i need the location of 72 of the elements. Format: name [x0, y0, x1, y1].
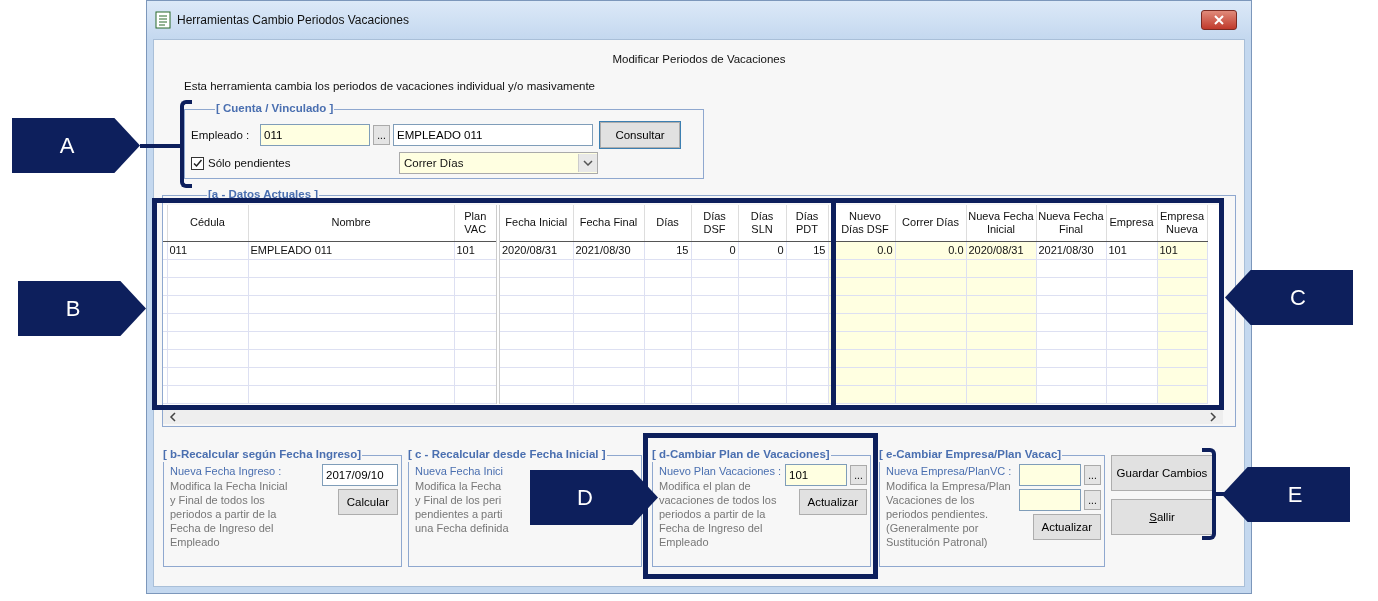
group-legend: [ b-Recalcular según Fecha Ingreso] — [162, 447, 363, 462]
employee-label: Empleado : — [191, 129, 251, 141]
column-header[interactable]: Nombre — [331, 216, 371, 230]
form-header: Modificar Periodos de Vacaciones — [611, 52, 787, 67]
pending-only-checkbox[interactable]: Sólo pendientes — [191, 156, 396, 170]
side-button[interactable]: Sallir — [1111, 499, 1213, 535]
panel-description: Modifica la Fecha y Final de los peri pendientes a parti una Fecha definida — [415, 479, 509, 535]
browse-button[interactable]: ... — [850, 465, 867, 485]
table-cell: EMPLEADO 011 — [248, 241, 454, 259]
window-title: Herramientas Cambio Periodos Vacaciones — [177, 13, 410, 27]
callout-label: B — [18, 281, 146, 336]
chevron-right-icon[interactable] — [1209, 411, 1217, 422]
field-label: Nueva Empresa/PlanVC : — [886, 464, 1012, 479]
side-button[interactable]: Guardar Cambios — [1111, 455, 1213, 491]
column-header[interactable]: Nueva Fecha Final — [1037, 210, 1105, 236]
table-cell: 0 — [691, 241, 738, 259]
check-icon — [192, 157, 203, 169]
column-header[interactable]: Días DSF — [692, 210, 737, 236]
group-legend: [ e-Cambiar Empresa/Plan Vacac] — [878, 447, 1063, 462]
column-header[interactable]: Cédula — [190, 216, 225, 230]
column-header[interactable]: Días — [656, 216, 679, 230]
column-header[interactable]: Correr Días — [902, 216, 959, 230]
panel-description: Modifica la Fecha Inicial y Final de todos los periodos a partir de la Fecha de Ingreso del Empleado — [170, 479, 288, 549]
input-field[interactable] — [1019, 489, 1081, 511]
callout-label: C — [1225, 270, 1353, 325]
action-button[interactable]: Actualizar — [1032, 514, 1101, 540]
close-button[interactable] — [1201, 10, 1237, 30]
table-cell: 101 — [454, 241, 498, 259]
employee-name-field[interactable]: EMPLEADO 011 — [393, 124, 593, 146]
field-label: Nuevo Plan Vacaciones : — [659, 464, 782, 479]
column-header[interactable]: Empresa — [1109, 216, 1154, 230]
table-cell: 2021/08/30 — [573, 241, 644, 259]
action-button[interactable]: Actualizar — [798, 489, 867, 515]
panel-description: Modifica el plan de vacaciones de todos los periodos a partir de la Fecha de Ingreso del Empleado — [659, 479, 778, 549]
input-field[interactable]: 101 — [785, 464, 847, 486]
callout-label: D — [530, 470, 658, 525]
input-field[interactable] — [1019, 464, 1081, 486]
column-header[interactable]: Plan VAC — [455, 210, 495, 236]
action-button[interactable]: Calcular — [337, 489, 398, 515]
callout-label: A — [12, 118, 140, 173]
column-header[interactable]: Nueva Fecha Inicial — [967, 210, 1035, 236]
table-cell: 15 — [644, 241, 691, 259]
consult-button[interactable]: Consultar — [600, 122, 680, 148]
input-field[interactable]: 2017/09/10 — [322, 464, 398, 486]
chevron-left-icon[interactable] — [169, 411, 177, 422]
table-cell: 15 — [786, 241, 828, 259]
table-cell: 011 — [167, 241, 248, 259]
column-header[interactable]: Fecha Final — [579, 216, 638, 230]
field-label: Nueva Fecha Inici — [415, 464, 505, 479]
mode-dropdown[interactable]: Correr Días — [399, 152, 598, 174]
column-header[interactable]: Días SLN — [739, 210, 785, 236]
callout-label: E — [1222, 467, 1350, 522]
column-header[interactable]: Nuevo Días DSF — [836, 210, 894, 236]
table-cell: 0 — [738, 241, 786, 259]
table-cell: 101 — [1106, 241, 1157, 259]
browse-button[interactable]: ... — [1084, 465, 1101, 485]
table-cell: 2021/08/30 — [1036, 241, 1106, 259]
employee-code-field[interactable]: 011 — [260, 124, 370, 146]
group-legend: [ c - Recalcular desde Fecha Inicial ] — [407, 447, 607, 462]
close-icon — [1213, 15, 1225, 25]
column-header[interactable]: Empresa Nueva — [1158, 210, 1206, 236]
column-header[interactable]: Días PDT — [787, 210, 827, 236]
description-text: Esta herramienta cambia los periodos de vacaciones individual y/o masivamente — [183, 79, 597, 93]
panel-description: Modifica la Empresa/Plan Vacaciones de los periodos pendientes. (Generalmente por Sustitución Patronal) — [886, 479, 1012, 549]
group-legend: [ d-Cambiar Plan de Vacaciones] — [651, 447, 831, 462]
table-cell: 2020/08/31 — [498, 241, 573, 259]
group-legend: [ Cuenta / Vinculado ] — [215, 101, 335, 116]
browse-button[interactable]: ... — [1084, 490, 1101, 510]
browse-button[interactable]: ... — [373, 125, 390, 145]
chevron-down-icon — [583, 160, 593, 166]
document-icon — [155, 11, 171, 29]
field-label: Nueva Fecha Ingreso : — [170, 464, 283, 479]
